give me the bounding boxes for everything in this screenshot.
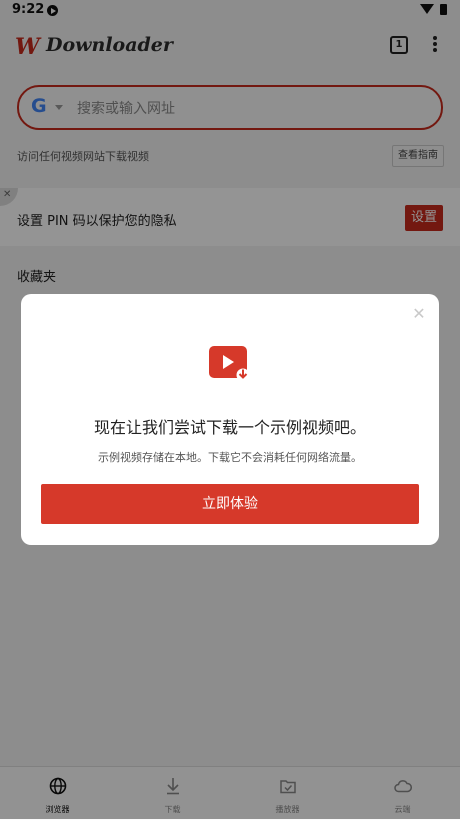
close-icon[interactable]: ✕ <box>411 306 427 322</box>
video-download-icon <box>209 346 250 382</box>
dialog-title: 现在让我们尝试下载一个示例视频吧。 <box>93 418 366 437</box>
sample-video-dialog: ✕ 现在让我们尝试下载一个示例视频吧。 示例视频存储在本地。下载它不会消耗任何网… <box>21 294 439 545</box>
try-now-button[interactable]: 立即体验 <box>41 484 419 524</box>
dialog-description: 示例视频存储在本地。下载它不会消耗任何网络流量。 <box>98 451 362 464</box>
